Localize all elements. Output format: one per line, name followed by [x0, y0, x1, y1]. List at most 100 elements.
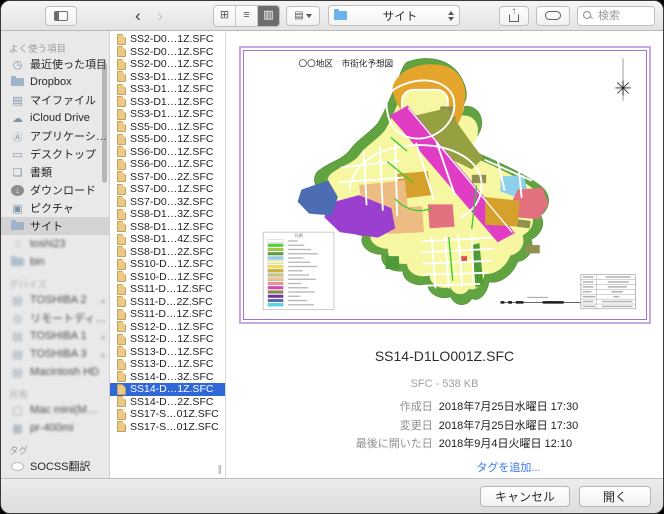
folder-popup[interactable]: サイト [328, 5, 460, 26]
file-row[interactable]: SS14-D…2Z.SFC [110, 396, 225, 409]
file-row[interactable]: SS2-D0…1Z.SFC [110, 58, 225, 71]
file-row[interactable]: SS8-D1…1Z.SFC [110, 221, 225, 234]
column-view-button[interactable]: ▥ [258, 6, 279, 26]
sidebar-item[interactable]: マイファイル [1, 91, 109, 109]
file-row[interactable]: SS10-D…1Z.SFC [110, 258, 225, 271]
back-button[interactable]: ‹ [127, 6, 149, 26]
gallery-icon: ▤ [294, 10, 303, 21]
file-row[interactable]: SS7-D0…3Z.SFC [110, 196, 225, 209]
file-row[interactable]: SS2-D0…1Z.SFC [110, 33, 225, 46]
sidebar-item[interactable]: リモートディ… [1, 309, 109, 327]
sidebar-item[interactable]: Macintosh HD [1, 363, 109, 381]
forward-button[interactable]: › [149, 6, 171, 26]
file-name: SS14-D…2Z.SFC [130, 396, 213, 408]
sidebar-item[interactable]: iCloud Drive [1, 109, 109, 127]
sidebar-item[interactable]: よく使う項目 [1, 41, 109, 55]
file-row[interactable]: SS7-D0…2Z.SFC [110, 171, 225, 184]
file-row[interactable]: SS3-D1…1Z.SFC [110, 83, 225, 96]
file-row[interactable]: SS17-S…01Z.SFC [110, 421, 225, 434]
file-row[interactable]: SS3-D1…1Z.SFC [110, 108, 225, 121]
file-row[interactable]: SS3-D1…1Z.SFC [110, 71, 225, 84]
sidebar-item[interactable]: 書類 [1, 163, 109, 181]
sidebar-item[interactable]: レッド [1, 475, 109, 478]
group-by-button[interactable]: ▤ [286, 6, 320, 26]
file-row[interactable]: SS10-D…1Z.SFC [110, 271, 225, 284]
toolbar: ‹ › ⊞ ≡ ▥ ▤ サイト [1, 1, 663, 31]
sidebar-item[interactable]: サイト [1, 217, 109, 235]
file-icon [117, 171, 126, 182]
sidebar-item-icon [11, 149, 24, 160]
file-row[interactable]: SS12-D…1Z.SFC [110, 321, 225, 334]
file-row[interactable]: SS6-D0…1Z.SFC [110, 158, 225, 171]
file-row[interactable]: SS13-D…1Z.SFC [110, 346, 225, 359]
sidebar-item-icon [11, 258, 24, 266]
sidebar-item[interactable]: pr-400mi [1, 419, 109, 437]
file-row[interactable]: SS14-D…3Z.SFC [110, 371, 225, 384]
file-name: SS11-D…1Z.SFC [130, 283, 213, 295]
sidebar-item[interactable]: bin [1, 253, 109, 271]
file-name: SS14-D…1Z.SFC [130, 383, 213, 395]
sidebar-item[interactable]: TOSHIBA 1 ▴ [1, 327, 109, 345]
file-row[interactable]: SS5-D0…1Z.SFC [110, 121, 225, 134]
file-row[interactable]: SS8-D1…3Z.SFC [110, 208, 225, 221]
sidebar-item[interactable]: デスクトップ [1, 145, 109, 163]
search-input[interactable] [596, 9, 649, 23]
list-view-button[interactable]: ≡ [236, 6, 258, 26]
sidebar-item-label: Macintosh HD [30, 366, 109, 378]
file-row[interactable]: SS8-D1…4Z.SFC [110, 233, 225, 246]
file-icon [117, 84, 126, 95]
sidebar-item[interactable]: アプリケーシ… [1, 127, 109, 145]
file-row[interactable]: SS12-D…1Z.SFC [110, 333, 225, 346]
file-row[interactable]: SS11-D…2Z.SFC [110, 296, 225, 309]
eject-icon[interactable]: ▴ [101, 332, 105, 341]
sidebar-item[interactable]: タグ [1, 443, 109, 457]
column-resize-handle[interactable]: ∥ [218, 464, 223, 475]
eject-icon[interactable]: ▴ [101, 296, 105, 305]
sidebar-item[interactable]: 共有 [1, 387, 109, 401]
file-row[interactable]: SS13-D…1Z.SFC [110, 358, 225, 371]
legend-label-placeholder [288, 253, 318, 254]
sidebar-item[interactable]: デバイス [1, 277, 109, 291]
nav-buttons: ‹ › [127, 6, 171, 26]
share-button[interactable] [499, 6, 529, 26]
icon-view-button[interactable]: ⊞ [214, 6, 236, 26]
sidebar-item[interactable]: ピクチャ [1, 199, 109, 217]
add-tags-link[interactable]: タグを追加... [476, 459, 540, 475]
sidebar-item[interactable]: TOSHIBA 3 ▴ [1, 345, 109, 363]
sidebar-item[interactable]: Mac mini(M… [1, 401, 109, 419]
file-name: SS2-D0…1Z.SFC [130, 58, 213, 70]
sidebar-item-label: iCloud Drive [30, 112, 109, 124]
file-row[interactable]: SS17-S…01Z.SFC [110, 408, 225, 421]
file-row[interactable]: SS2-D0…1Z.SFC [110, 46, 225, 59]
eject-icon[interactable]: ▴ [101, 350, 105, 359]
sidebar-item[interactable]: 最近使った項目 [1, 55, 109, 73]
columns-icon: ▥ [263, 9, 273, 21]
file-row[interactable]: SS7-D0…1Z.SFC [110, 183, 225, 196]
file-icon [117, 234, 126, 245]
file-name: SS7-D0…2Z.SFC [130, 171, 213, 183]
file-row[interactable]: SS5-D0…1Z.SFC [110, 133, 225, 146]
file-row[interactable]: SS11-D…1Z.SFC [110, 308, 225, 321]
sidebar-item[interactable]: toshi23 [1, 235, 109, 253]
open-button[interactable]: 開く [579, 486, 651, 507]
map-legend: 凡例 [263, 232, 334, 310]
file-row[interactable]: SS3-D1…1Z.SFC [110, 96, 225, 109]
cancel-button[interactable]: キャンセル [480, 486, 570, 507]
file-row[interactable]: SS6-D0…1Z.SFC [110, 146, 225, 159]
file-name: SS6-D0…1Z.SFC [130, 146, 213, 158]
file-icon [117, 34, 126, 45]
sidebar-item[interactable]: Dropbox [1, 73, 109, 91]
tags-button[interactable] [536, 6, 570, 26]
sidebar-item[interactable]: TOSHIBA 2 ▴ [1, 291, 109, 309]
sidebar-item[interactable]: SOCSS翻訳 [1, 457, 109, 475]
sidebar-scrollbar[interactable] [102, 63, 107, 183]
file-row[interactable]: SS8-D1…2Z.SFC [110, 246, 225, 259]
file-row[interactable]: SS11-D…1Z.SFC [110, 283, 225, 296]
sidebar-item-label: タグ [9, 443, 109, 457]
file-row[interactable]: SS14-D…1Z.SFC [110, 383, 225, 396]
file-name: SS8-D1…4Z.SFC [130, 233, 213, 245]
sidebar-item[interactable]: ダウンロード [1, 181, 109, 199]
sidebar-item-icon [11, 462, 24, 471]
file-name: SS11-D…1Z.SFC [130, 308, 213, 320]
sidebar-toggle-button[interactable] [45, 6, 77, 26]
